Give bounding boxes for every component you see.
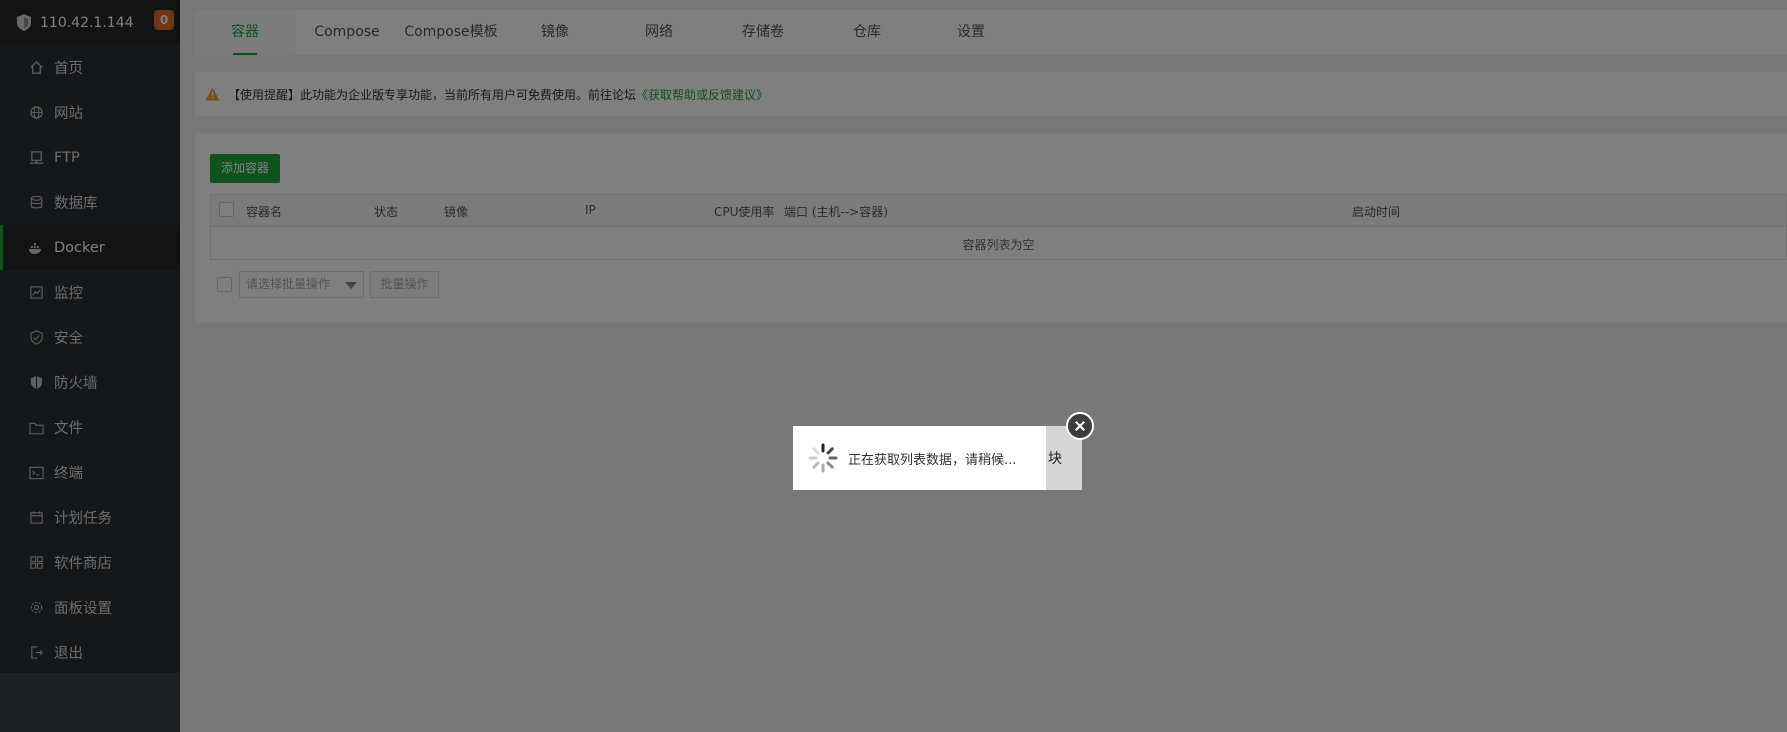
loading-message: 正在获取列表数据，请稍候...: [848, 452, 1017, 468]
close-dialog-button[interactable]: [1066, 412, 1094, 440]
background-dialog-text: 块: [1048, 451, 1062, 467]
modal-overlay[interactable]: [0, 0, 1787, 732]
loading-dialog: 正在获取列表数据，请稍候...: [793, 426, 1046, 490]
loading-spinner-icon: [808, 443, 838, 473]
